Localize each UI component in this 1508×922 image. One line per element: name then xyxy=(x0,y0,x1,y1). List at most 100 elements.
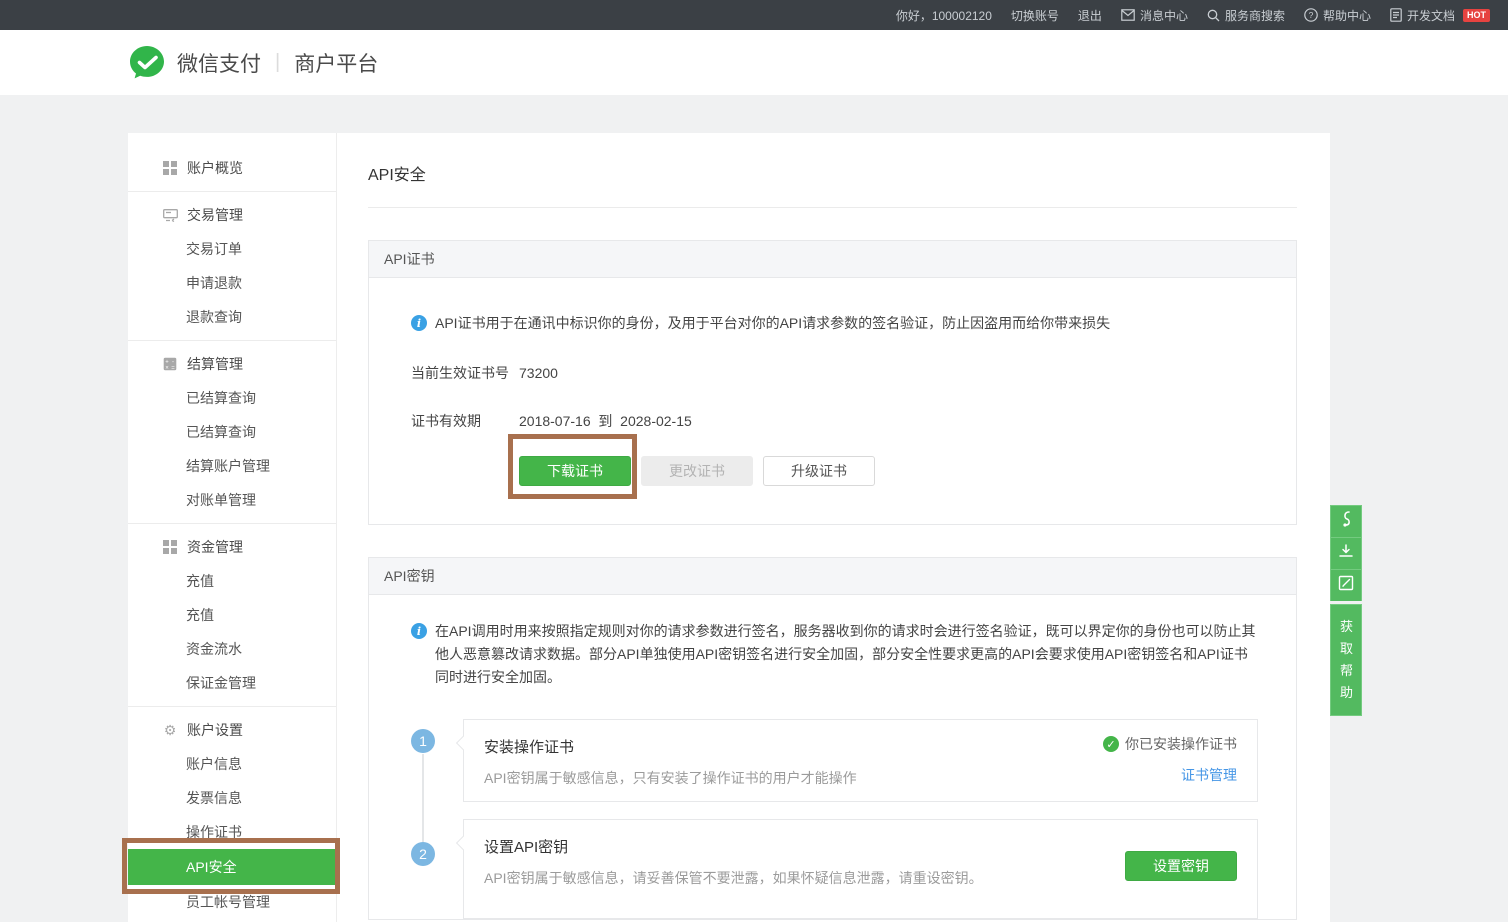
sidebar-item-recharge-1[interactable]: 充值 xyxy=(128,564,336,598)
card-notch xyxy=(456,836,470,850)
api-cert-section: API证书 i API证书用于在通讯中标识你的身份，及用于平台对你的API请求参… xyxy=(368,240,1297,525)
api-key-section: API密钥 i 在API调用时用来按照指定规则对你的请求参数进行签名，服务器收到… xyxy=(368,557,1297,920)
api-key-section-title: API密钥 xyxy=(369,558,1296,595)
sidebar-item-funds-flow[interactable]: 资金流水 xyxy=(128,632,336,666)
sidebar-item-trade-orders[interactable]: 交易订单 xyxy=(128,232,336,266)
set-key-button[interactable]: 设置密钥 xyxy=(1125,851,1237,881)
sidebar: 账户概览 交易管理 交易订单 申请退款 退款查询 xyxy=(128,133,337,922)
sidebar-separator xyxy=(128,340,336,341)
set-api-key-card: 设置API密钥 API密钥属于敏感信息，请妥善保管不要泄露，如果怀疑信息泄露，请… xyxy=(463,819,1258,919)
transaction-icon xyxy=(162,209,178,222)
sidebar-item-refund-query[interactable]: 退款查询 xyxy=(128,300,336,334)
sidebar-item-deposit-management[interactable]: 保证金管理 xyxy=(128,666,336,700)
message-center-link[interactable]: 消息中心 xyxy=(1121,7,1188,24)
sidebar-item-api-security[interactable]: API安全 xyxy=(128,849,336,885)
sidebar-item-account-info[interactable]: 账户信息 xyxy=(128,747,336,781)
user-greeting: 你好，100002120 xyxy=(896,7,992,24)
dev-docs-link[interactable]: 开发文档 HOT xyxy=(1390,7,1490,24)
key-info-text: 在API调用时用来按照指定规则对你的请求参数进行签名，服务器收到你的请求时会进行… xyxy=(435,620,1258,689)
service-icon xyxy=(1338,510,1354,533)
brand: 微信支付 | 商户平台 xyxy=(128,44,378,82)
sidebar-separator xyxy=(128,523,336,524)
cert-validity-row: 证书有效期 2018-07-16 到 2028-02-15 xyxy=(411,411,1258,431)
wechat-pay-logo-icon xyxy=(128,44,166,82)
sp-search-link[interactable]: 服务商搜索 xyxy=(1207,7,1285,24)
brand-name: 微信支付 xyxy=(177,48,261,78)
question-circle-icon: ? xyxy=(1304,8,1318,22)
cert-info-text: API证书用于在通讯中标识你的身份，及用于平台对你的API请求参数的签名验证，防… xyxy=(435,312,1110,335)
sidebar-item-transaction-management[interactable]: 交易管理 xyxy=(128,198,336,232)
sidebar-item-account-overview[interactable]: 账户概览 xyxy=(128,151,336,185)
calculator-icon: + - × = xyxy=(162,357,178,371)
info-icon: i xyxy=(411,315,427,331)
help-center-link[interactable]: ? 帮助中心 xyxy=(1304,7,1371,24)
brand-divider: | xyxy=(275,51,280,74)
edit-icon xyxy=(1338,575,1354,596)
search-icon xyxy=(1207,9,1220,22)
sidebar-separator xyxy=(128,706,336,707)
api-cert-section-body: i API证书用于在通讯中标识你的身份，及用于平台对你的API请求参数的签名验证… xyxy=(369,278,1296,524)
cert-validity-value: 2018-07-16 到 2028-02-15 xyxy=(519,411,692,431)
cert-number-label: 当前生效证书号 xyxy=(411,363,519,383)
download-cert-button[interactable]: 下载证书 xyxy=(519,456,631,486)
page-title: API安全 xyxy=(368,133,1297,208)
page-canvas: 账户概览 交易管理 交易订单 申请退款 退款查询 xyxy=(0,95,1508,922)
grid-icon xyxy=(162,540,178,554)
get-help-button[interactable]: 获取帮助 xyxy=(1330,604,1362,716)
sidebar-item-statement-management[interactable]: 对账单管理 xyxy=(128,483,336,517)
api-cert-section-title: API证书 xyxy=(369,241,1296,278)
hot-badge: HOT xyxy=(1463,9,1490,22)
sidebar-item-settlement-account-management[interactable]: 结算账户管理 xyxy=(128,449,336,483)
header: 微信支付 | 商户平台 xyxy=(0,30,1508,95)
sidebar-item-recharge-2[interactable]: 充值 xyxy=(128,598,336,632)
logout-link[interactable]: 退出 xyxy=(1078,7,1102,24)
topbar: 你好，100002120 切换账号 退出 消息中心 服务商搜索 ? 帮助中心 xyxy=(0,0,1508,30)
upgrade-cert-button[interactable]: 升级证书 xyxy=(763,456,875,486)
check-circle-icon: ✓ xyxy=(1103,736,1119,752)
cert-management-link[interactable]: 证书管理 xyxy=(1181,765,1237,785)
sidebar-item-funds-management[interactable]: 资金管理 xyxy=(128,530,336,564)
cert-info-row: i API证书用于在通讯中标识你的身份，及用于平台对你的API请求参数的签名验证… xyxy=(411,312,1258,335)
service-button[interactable] xyxy=(1330,505,1362,537)
cert-number-row: 当前生效证书号 73200 xyxy=(411,363,1258,383)
envelope-icon xyxy=(1121,9,1135,21)
info-icon: i xyxy=(411,623,427,639)
install-cert-status: ✓ 你已安装操作证书 xyxy=(1103,734,1237,754)
svg-text:=: = xyxy=(171,365,175,371)
sidebar-item-settled-query-2[interactable]: 已结算查询 xyxy=(128,415,336,449)
install-cert-status-text: 你已安装操作证书 xyxy=(1125,734,1237,754)
key-info-row: i 在API调用时用来按照指定规则对你的请求参数进行签名，服务器收到你的请求时会… xyxy=(411,620,1258,689)
grid-icon xyxy=(162,161,178,175)
sidebar-item-settled-query-1[interactable]: 已结算查询 xyxy=(128,381,336,415)
card-notch xyxy=(456,736,470,750)
switch-account-link[interactable]: 切换账号 xyxy=(1011,7,1059,24)
svg-text:×: × xyxy=(165,365,169,371)
floating-help-bar: 获取帮助 xyxy=(1330,505,1362,716)
install-cert-card: 安装操作证书 API密钥属于敏感信息，只有安装了操作证书的用户才能操作 ✓ 你已… xyxy=(463,719,1258,802)
content-panel: 账户概览 交易管理 交易订单 申请退款 退款查询 xyxy=(128,133,1330,922)
main-content: API安全 API证书 i API证书用于在通讯中标识你的身份，及用于平台对你的… xyxy=(337,133,1330,922)
cert-validity-label: 证书有效期 xyxy=(411,411,519,431)
sidebar-item-invoice-info[interactable]: 发票信息 xyxy=(128,781,336,815)
sidebar-item-account-settings[interactable]: ⚙ 账户设置 xyxy=(128,713,336,747)
api-key-section-body: i 在API调用时用来按照指定规则对你的请求参数进行签名，服务器收到你的请求时会… xyxy=(369,595,1296,919)
change-cert-button[interactable]: 更改证书 xyxy=(641,456,753,486)
gear-icon: ⚙ xyxy=(162,713,178,747)
sidebar-separator xyxy=(128,191,336,192)
download-button[interactable] xyxy=(1330,537,1362,569)
cert-buttons-row: 下载证书 更改证书 升级证书 xyxy=(411,456,1258,486)
step-1-badge: 1 xyxy=(411,729,435,753)
download-icon xyxy=(1338,543,1354,564)
sidebar-item-settlement-management[interactable]: + - × = 结算管理 xyxy=(128,347,336,381)
step-connector-line xyxy=(422,754,424,842)
sidebar-item-operation-certificate[interactable]: 操作证书 xyxy=(128,815,336,849)
install-cert-status-area: ✓ 你已安装操作证书 证书管理 xyxy=(1103,734,1237,785)
feedback-button[interactable] xyxy=(1330,569,1362,601)
step-2-badge: 2 xyxy=(411,842,435,866)
cert-number-value: 73200 xyxy=(519,363,558,383)
api-key-steps: 1 2 安装操作证书 API密钥属于敏感信息，只有安装了操作证书的用户才能操作 … xyxy=(411,719,1258,919)
document-icon xyxy=(1390,8,1402,22)
sidebar-item-refund-apply[interactable]: 申请退款 xyxy=(128,266,336,300)
portal-name: 商户平台 xyxy=(294,48,378,78)
sidebar-item-staff-account-management[interactable]: 员工帐号管理 xyxy=(128,885,336,919)
